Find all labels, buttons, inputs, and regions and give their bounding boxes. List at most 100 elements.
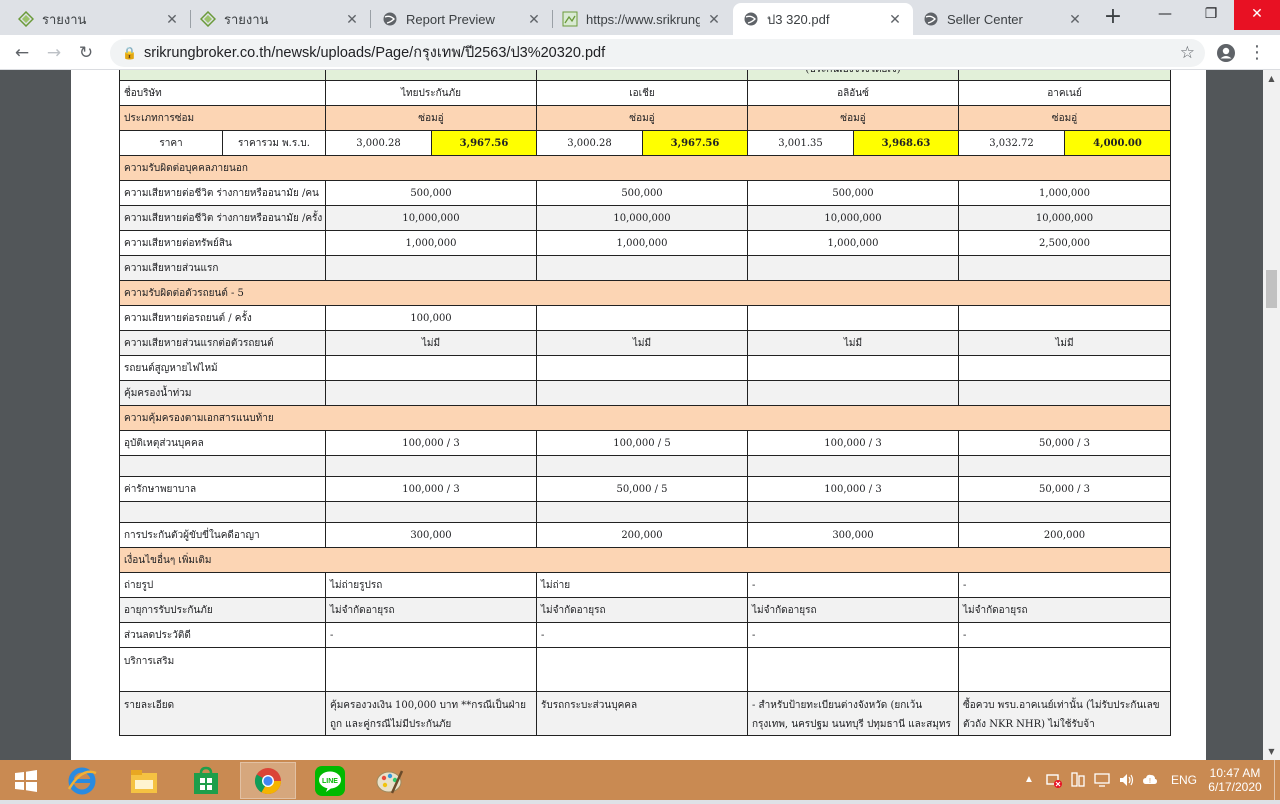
internet-explorer-icon[interactable] xyxy=(54,762,110,799)
row-label: ถ่ายรูป xyxy=(119,572,326,598)
price-label: ราคา xyxy=(119,130,223,156)
store-icon[interactable] xyxy=(178,762,234,799)
tab-report-1[interactable]: รายงาน ✕ xyxy=(8,3,190,35)
close-icon[interactable]: ✕ xyxy=(706,11,722,28)
display-icon[interactable] xyxy=(1094,760,1110,800)
restore-icon[interactable]: ❐ xyxy=(1188,0,1234,30)
minimize-icon[interactable]: — xyxy=(1142,0,1188,30)
paint-icon[interactable] xyxy=(362,762,418,799)
svg-text:LINE: LINE xyxy=(322,778,338,785)
vertical-scrollbar[interactable]: ▲ ▼ xyxy=(1263,70,1280,760)
pdf-page: (ประกันเองจริงโดยเจ) ชื่อบริษัท ไทยประกั… xyxy=(71,70,1206,760)
row-label: อุบัติเหตุส่วนบุคคล xyxy=(119,430,326,456)
cell-value: 500,000 xyxy=(747,180,959,206)
cell-value xyxy=(958,305,1171,331)
pdf-viewport[interactable]: (ประกันเองจริงโดยเจ) ชื่อบริษัท ไทยประกั… xyxy=(0,70,1263,760)
tab-report-preview[interactable]: Report Preview ✕ xyxy=(372,3,552,35)
close-icon[interactable]: ✕ xyxy=(344,11,360,28)
browser-toolbar: ← → ↻ 🔒 srikrungbroker.co.th/newsk/uploa… xyxy=(0,35,1280,70)
windows-start-icon[interactable] xyxy=(0,762,52,799)
tab-title: Report Preview xyxy=(406,11,495,27)
line-app-icon[interactable]: LINE xyxy=(302,762,358,799)
price-total: 3,967.56 xyxy=(642,130,748,156)
url-text: srikrungbroker.co.th/newsk/uploads/Page/… xyxy=(144,45,606,61)
cloud-alert-icon[interactable]: ! xyxy=(1142,760,1158,800)
file-explorer-icon[interactable] xyxy=(116,762,172,799)
scroll-thumb[interactable] xyxy=(1266,270,1277,308)
table-row: ความเสียหายต่อชีวิต ร่างกายหรืออนามัย /ค… xyxy=(119,180,1171,206)
cell-value: 300,000 xyxy=(747,522,959,548)
section-attachments: ความคุ้มครองตามเอกสารแนบท้าย xyxy=(119,405,1171,431)
table-row: ความเสียหายต่อรถยนต์ / ครั้ง 100,000 xyxy=(119,305,1171,331)
cell-value xyxy=(325,647,537,692)
address-bar[interactable]: 🔒 srikrungbroker.co.th/newsk/uploads/Pag… xyxy=(110,39,1205,67)
close-icon[interactable]: ✕ xyxy=(1067,11,1083,28)
lock-icon[interactable]: 🔒 xyxy=(122,39,137,67)
chrome-icon[interactable] xyxy=(240,762,296,799)
globe-icon xyxy=(382,11,398,27)
cell-value: - xyxy=(747,622,959,648)
table-row: ถ่ายรูป ไม่ถ่ายรูปรถ ไม่ถ่าย - - xyxy=(119,572,1171,598)
cell-value: 500,000 xyxy=(325,180,537,206)
scroll-down-arrow-icon[interactable]: ▼ xyxy=(1263,743,1280,760)
cell-value xyxy=(325,255,537,281)
scroll-up-arrow-icon[interactable]: ▲ xyxy=(1263,70,1280,87)
cell-value: ไม่จำกัดอายุรถ xyxy=(958,597,1171,623)
partial-header: (ประกันเองจริงโดยเจ) xyxy=(747,70,959,81)
cell-value xyxy=(747,380,959,406)
tab-pdf[interactable]: ป3 320.pdf ✕ xyxy=(733,3,913,35)
table-row xyxy=(119,501,1171,523)
forward-icon[interactable]: → xyxy=(40,39,68,67)
device-icon[interactable] xyxy=(1070,760,1086,800)
bookmark-star-icon[interactable]: ☆ xyxy=(1180,39,1195,67)
table-row: ความเสียหายส่วนแรก xyxy=(119,255,1171,281)
cell-value xyxy=(325,355,537,381)
section-header-row: ความคุ้มครองตามเอกสารแนบท้าย xyxy=(119,405,1171,431)
tab-srikrung[interactable]: https://www.srikrungb ✕ xyxy=(552,3,732,35)
close-icon[interactable]: ✕ xyxy=(526,11,542,28)
close-icon[interactable]: ✕ xyxy=(164,11,180,28)
repair-type-label: ประเภทการซ่อม xyxy=(119,105,326,131)
show-desktop-button[interactable] xyxy=(1274,760,1280,800)
tab-report-2[interactable]: รายงาน ✕ xyxy=(190,3,370,35)
cell-value: ไม่มี xyxy=(536,330,748,356)
repair-type: ซ่อมอู่ xyxy=(536,105,748,131)
cell-value: 200,000 xyxy=(536,522,748,548)
price-base: 3,001.35 xyxy=(747,130,854,156)
grid-logo-icon xyxy=(18,11,34,27)
table-row: ราคา ราคารวม พ.ร.บ. 3,000.28 3,967.56 3,… xyxy=(119,130,1171,156)
back-icon[interactable]: ← xyxy=(8,39,36,67)
cell-value: 100,000 / 3 xyxy=(747,476,959,502)
section-other-conditions: เงื่อนไขอื่นๆ เพิ่มเติม xyxy=(119,547,1171,573)
repair-type: ซ่อมอู่ xyxy=(747,105,959,131)
tab-seller-center[interactable]: Seller Center ✕ xyxy=(913,3,1093,35)
row-label: ความเสียหายต่อชีวิต ร่างกายหรืออนามัย /ค… xyxy=(119,180,326,206)
volume-icon[interactable] xyxy=(1118,760,1134,800)
cell-value: 2,500,000 xyxy=(958,230,1171,256)
menu-kebab-icon[interactable]: ⋮ xyxy=(1243,39,1271,67)
cell-value: - xyxy=(958,572,1171,598)
company-name: อลิอันซ์ xyxy=(747,80,959,106)
clock-time: 10:47 AM xyxy=(1209,766,1261,780)
cell-value xyxy=(536,255,748,281)
close-icon[interactable]: ✕ xyxy=(887,11,903,28)
window-close-icon[interactable]: ✕ xyxy=(1234,0,1280,30)
company-name: ไทยประกันภัย xyxy=(325,80,537,106)
cell-value xyxy=(536,355,748,381)
network-status-icon[interactable] xyxy=(1046,760,1062,800)
globe-icon xyxy=(923,11,939,27)
input-language[interactable]: ENG xyxy=(1171,760,1197,800)
reload-icon[interactable]: ↻ xyxy=(72,39,100,67)
cell-value: 10,000,000 xyxy=(536,205,748,231)
cell-value: 100,000 xyxy=(325,305,537,331)
table-row: ชื่อบริษัท ไทยประกันภัย เอเชีย อลิอันซ์ … xyxy=(119,80,1171,106)
tab-title: รายงาน xyxy=(42,11,87,27)
tab-title: ป3 320.pdf xyxy=(767,11,830,27)
detail-text: คุ้มครองวงเงิน 100,000 บาท **กรณีเป็นฝ่า… xyxy=(325,691,537,736)
cell-value xyxy=(325,380,537,406)
cell-value: 100,000 / 3 xyxy=(325,476,537,502)
tray-expand-icon[interactable]: ▲ xyxy=(1024,760,1034,800)
new-tab-icon[interactable]: + xyxy=(1100,5,1126,31)
profile-icon[interactable] xyxy=(1212,39,1240,67)
clock[interactable]: 10:47 AM 6/17/2020 xyxy=(1207,760,1263,800)
